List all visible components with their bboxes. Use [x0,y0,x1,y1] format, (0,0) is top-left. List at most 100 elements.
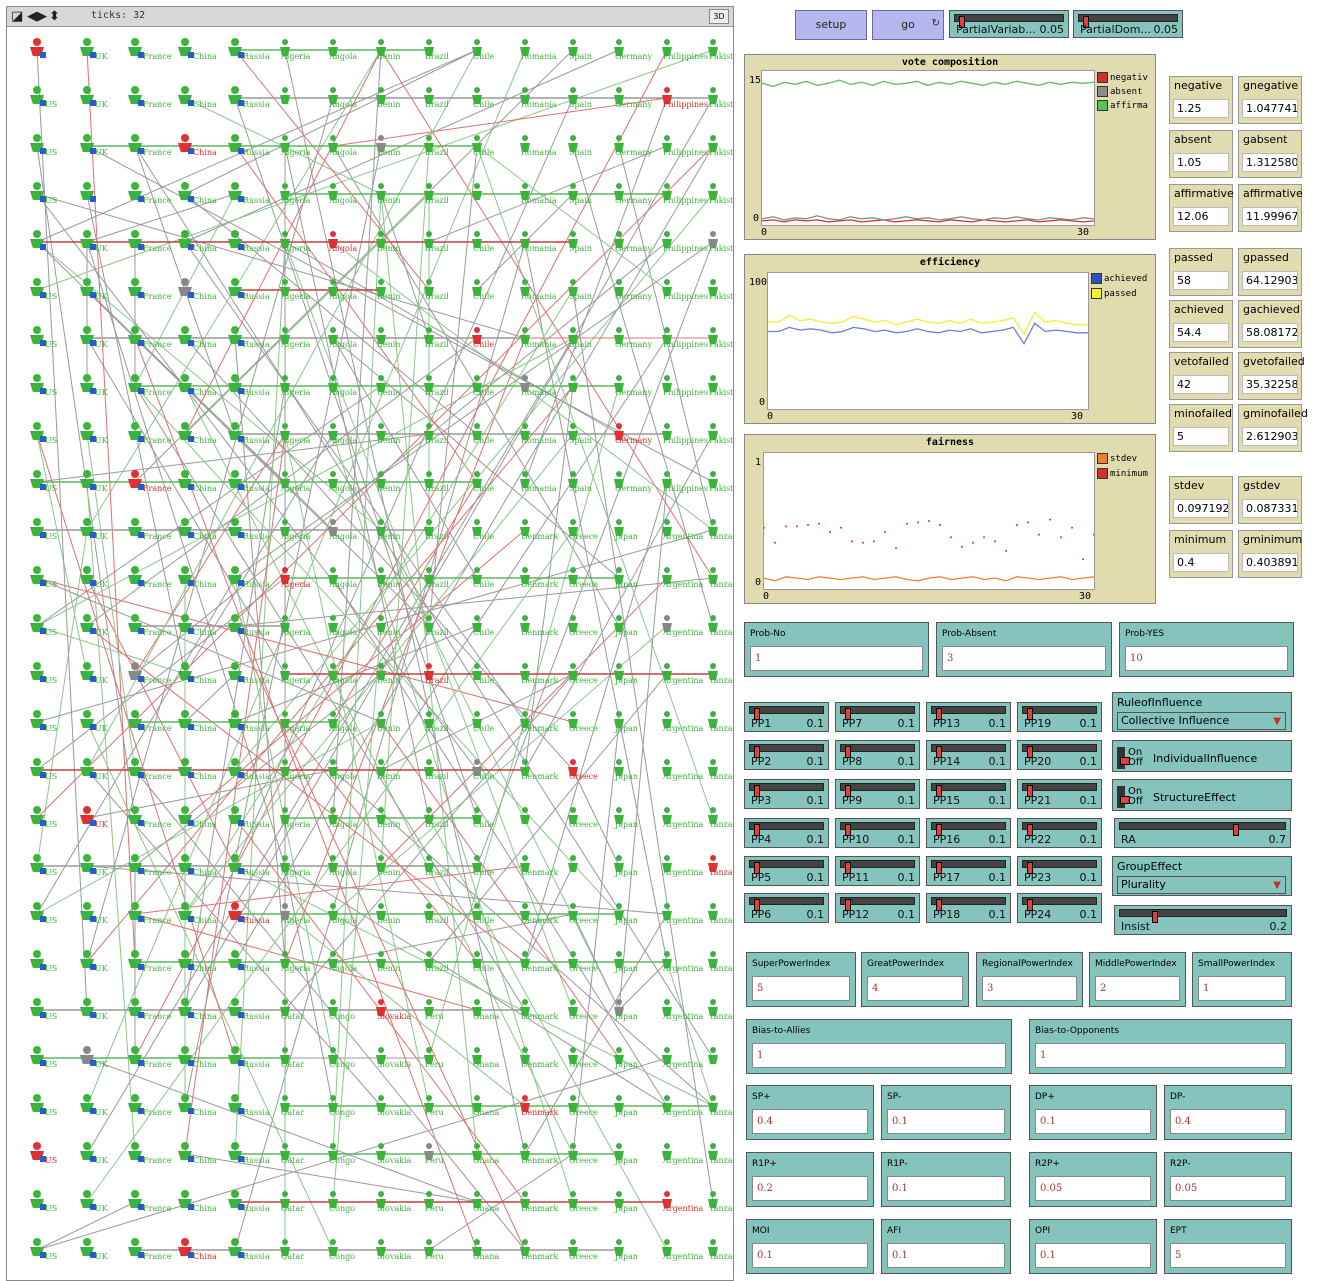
agent-pakistan[interactable]: Pakistan [708,327,733,349]
slider-pp6[interactable]: PP6 0.1 [744,893,829,923]
agent-uk[interactable]: UK [80,422,109,445]
agent-spain[interactable]: Spain [568,279,592,301]
slider-pp2[interactable]: PP2 0.1 [744,740,829,770]
agent-romania[interactable]: Romania [520,39,557,61]
slider-pp16[interactable]: PP16 0.1 [926,818,1011,848]
agent-unlabeled[interactable] [708,1047,718,1064]
input-field[interactable]: 5 [1170,1243,1286,1268]
agent-denmark[interactable]: Denmark [520,711,558,733]
agent-china[interactable]: China [178,278,217,301]
agent-us[interactable]: US [30,422,57,445]
agent-chile[interactable]: Chile [472,39,494,61]
agent-china[interactable]: China [178,1094,217,1117]
individual-influence-switch[interactable]: On Off IndividualInfluence [1112,740,1292,772]
slider-pp20[interactable]: PP20 0.1 [1017,740,1102,770]
agent-germany[interactable]: Germany [614,135,652,157]
agent-greece[interactable]: Greece [568,999,598,1021]
agent-us[interactable]: US [30,566,57,589]
agent-us[interactable]: US [30,374,57,397]
agent-us[interactable]: US [30,1190,57,1213]
input-field[interactable]: 4 [867,976,963,1001]
slider-pp14[interactable]: PP14 0.1 [926,740,1011,770]
chooser-value[interactable]: Collective Influence ▼ [1117,712,1286,730]
agent-denmark[interactable]: Denmark [520,855,558,877]
agent-uk[interactable]: UK [80,38,109,61]
bias-to-allies-input[interactable]: Bias-to-Allies 1 [746,1019,1012,1074]
slider-pp8[interactable]: PP8 0.1 [835,740,920,770]
input-field[interactable]: 0.1 [1035,1109,1151,1134]
group-effect-chooser[interactable]: GroupEffect Plurality ▼ [1112,856,1292,896]
agent-argentina[interactable]: Argentina [662,759,704,781]
agent-chile[interactable]: Chile [472,519,494,541]
agent-argentina[interactable]: Argentina [662,807,704,829]
updown-arrows-icon[interactable]: ⬍ [49,9,60,24]
agent-pakistan[interactable]: Pakistan [708,87,733,109]
agent-uk[interactable]: UK [80,1238,109,1261]
slider-pp5[interactable]: PP5 0.1 [744,856,829,886]
input-field[interactable]: 3 [982,976,1077,1001]
agent-germany[interactable]: Germany [614,375,652,397]
input-field[interactable]: 0.1 [1035,1243,1151,1268]
partial-dominance-slider[interactable]: PartialDom... 0.05 [1073,10,1183,38]
agent-japan[interactable]: Japan [614,1239,638,1261]
input-dp-minusplus[interactable]: DP+ 0.1 [1029,1085,1157,1140]
agent-angola[interactable]: Angola [328,615,357,637]
input-r2p-minus[interactable]: R2P- 0.05 [1164,1152,1292,1207]
agent-us[interactable]: US [30,1238,57,1261]
agent-tanzania[interactable]: Tanzania [708,1239,733,1261]
agent-argentina[interactable]: Argentina [662,1239,704,1261]
chooser-value[interactable]: Plurality ▼ [1117,876,1286,894]
rule-of-influence-chooser[interactable]: RuleofInfluence Collective Influence ▼ [1112,692,1292,732]
slider-pp19[interactable]: PP19 0.1 [1017,702,1102,732]
agent-us[interactable]: US [30,86,57,109]
agent-france[interactable]: France [128,1094,172,1117]
agent-uk[interactable]: UK [80,902,109,925]
world-view[interactable]: ◪ ◀▶ ⬍ ticks: 32 3D UK France China Russia A… [6,6,734,1281]
input-superpowerindex[interactable]: SuperPowerIndex 5 [746,952,856,1007]
agent-uk[interactable]: UK [80,662,109,685]
agent-pakistan[interactable]: Pakistan [708,375,733,397]
agent-greece[interactable]: Greece [568,519,598,541]
partial-variability-slider[interactable]: PartialVariab... 0.05 [949,10,1069,38]
input-field[interactable]: 0.4 [1170,1109,1286,1134]
agent-unlabeled[interactable] [30,230,46,250]
input-sp-minus[interactable]: SP- 0.1 [881,1085,1011,1140]
agent-tanzania[interactable]: Tanzania [708,1095,733,1117]
agent-us[interactable]: US [30,1142,57,1165]
agent-pakistan[interactable]: Pakistan [708,423,733,445]
agent-france[interactable]: France [128,1142,172,1165]
slider-pp4[interactable]: PP4 0.1 [744,818,829,848]
agent-uk[interactable]: UK [80,566,109,589]
agent-uk[interactable]: UK [80,1094,109,1117]
agent-chile[interactable]: Chile [472,807,494,829]
input-field[interactable]: 3 [942,646,1106,671]
slider-pp12[interactable]: PP12 0.1 [835,893,920,923]
slider-pp3[interactable]: PP3 0.1 [744,779,829,809]
input-field[interactable]: 0.05 [1035,1176,1151,1201]
agent-pakistan[interactable]: Pakistan [708,471,733,493]
slider-pp18[interactable]: PP18 0.1 [926,893,1011,923]
world-canvas[interactable]: UK France China Russia Algeria Angola Benin Bra… [7,28,733,1280]
slider-pp23[interactable]: PP23 0.1 [1017,856,1102,886]
input-opi[interactable]: OPI 0.1 [1029,1219,1157,1274]
agent-denmark[interactable]: Denmark [520,1047,558,1069]
agent-benin[interactable]: Benin [376,711,400,733]
agent-greece[interactable]: Greece [568,615,598,637]
slider-pp21[interactable]: PP21 0.1 [1017,779,1102,809]
agent-tanzania[interactable]: Tanzania [708,903,733,925]
agent-china[interactable]: China [178,38,217,61]
agent-peru[interactable]: Peru [424,1047,444,1069]
input-field[interactable]: 0.2 [752,1176,868,1201]
agent-denmark[interactable]: Denmark [520,999,558,1021]
agent-uk[interactable]: UK [80,86,109,109]
bias-to-opponents-input[interactable]: Bias-to-Opponents 1 [1029,1019,1292,1074]
agent-us[interactable]: US [30,950,57,973]
input-field[interactable]: 0.05 [1170,1176,1286,1201]
agent-philippines[interactable]: Philippines [662,375,708,397]
input-field[interactable]: 0.1 [887,1243,1005,1268]
agent-chile[interactable]: Chile [472,711,494,733]
agent-pakistan[interactable]: Pakistan [708,135,733,157]
agent-tanzania[interactable]: Tanzania [708,567,733,589]
agent-china[interactable]: China [178,566,217,589]
agent-tanzania[interactable]: Tanzania [708,615,733,637]
